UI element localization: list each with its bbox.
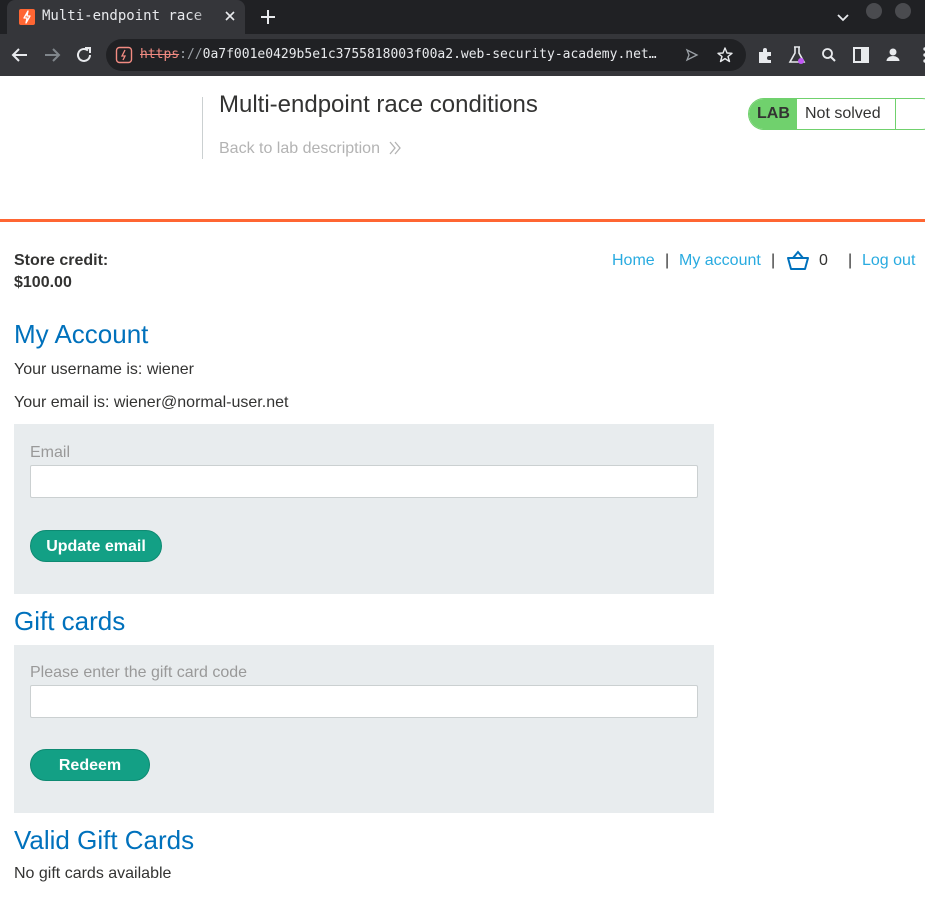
my-account-heading: My Account [14,319,149,349]
tab-title: Multi-endpoint race conditions [42,8,212,24]
profile-icon[interactable] [882,44,904,66]
search-icon[interactable] [818,44,840,66]
back-arrow-icon[interactable] [9,44,31,66]
side-panel-icon[interactable] [850,44,872,66]
extensions-puzzle-icon[interactable] [754,44,776,66]
email-field-label: Email [30,444,71,461]
tab-title-fade [192,4,218,30]
nav-my-account-link[interactable]: My account [679,251,761,271]
url-text[interactable]: https://0a7f001e0429b5e1c3755818003f00a2… [140,47,680,63]
gift-cards-heading: Gift cards [14,606,126,636]
lab-badge-divider [895,99,896,129]
close-tab-icon[interactable] [221,7,239,25]
lab-title: Multi-endpoint race conditions [219,91,538,118]
more-options-icon[interactable] [914,44,925,66]
username-text: Your username is: wiener [14,361,194,378]
browser-tab-active[interactable]: Multi-endpoint race conditions [7,0,245,34]
email-field[interactable] [30,465,698,498]
back-to-lab-description-link[interactable]: Back to lab description [219,139,380,159]
window-minimize-button[interactable] [866,3,882,19]
browser-toolbar: https://0a7f001e0429b5e1c3755818003f00a2… [0,34,925,76]
not-secure-warning-icon[interactable] [115,46,133,64]
gift-card-code-field[interactable] [30,685,698,718]
url-separator: :// [179,47,203,62]
lab-status-text: Not solved [805,105,881,122]
send-tab-icon[interactable] [684,47,700,63]
double-chevron-right-icon[interactable] [387,140,403,156]
address-bar[interactable]: https://0a7f001e0429b5e1c3755818003f00a2… [106,39,746,71]
lab-badge-label: LAB [749,99,797,129]
reload-icon[interactable] [73,44,95,66]
header-divider [202,97,203,159]
lab-favicon-icon [19,9,35,25]
store-credit-label: Store credit: [14,252,109,269]
nav-log-out-link[interactable]: Log out [862,251,915,271]
lab-header: Multi-endpoint race conditions Back to l… [0,76,925,222]
window-maximize-button[interactable] [895,3,911,19]
url-host: 0a7f001e0429b5e1c3755818003f00a2.web-sec… [202,47,657,62]
email-text: Your email is: wiener@normal-user.net [14,394,289,411]
tab-search-chevron-icon[interactable] [834,8,852,26]
new-tab-icon[interactable] [257,6,279,28]
nav-separator: | [848,252,853,269]
url-scheme: https [140,47,180,62]
store-credit-value: $100.00 [14,274,72,291]
nav-separator: | [665,252,670,269]
browser-tab-bar: Multi-endpoint race conditions [0,0,925,34]
gift-card-code-label: Please enter the gift card code [30,664,248,681]
forward-arrow-icon[interactable] [41,44,63,66]
redeem-button[interactable]: Redeem [30,749,150,781]
nav-home-link[interactable]: Home [612,251,655,271]
bookmark-star-icon[interactable] [716,46,734,64]
valid-gift-cards-heading: Valid Gift Cards [14,825,195,855]
redeem-gift-card-form: Please enter the gift card code Redeem [14,645,714,813]
no-gift-cards-text: No gift cards available [14,865,172,882]
lab-flask-icon[interactable] [786,44,808,66]
cart-count[interactable]: 0 [819,251,828,271]
update-email-button[interactable]: Update email [30,530,162,562]
update-email-form: Email Update email [14,424,714,594]
cart-basket-icon[interactable] [786,250,810,272]
lab-status-badge: LAB Not solved [748,98,925,130]
nav-separator: | [771,252,776,269]
